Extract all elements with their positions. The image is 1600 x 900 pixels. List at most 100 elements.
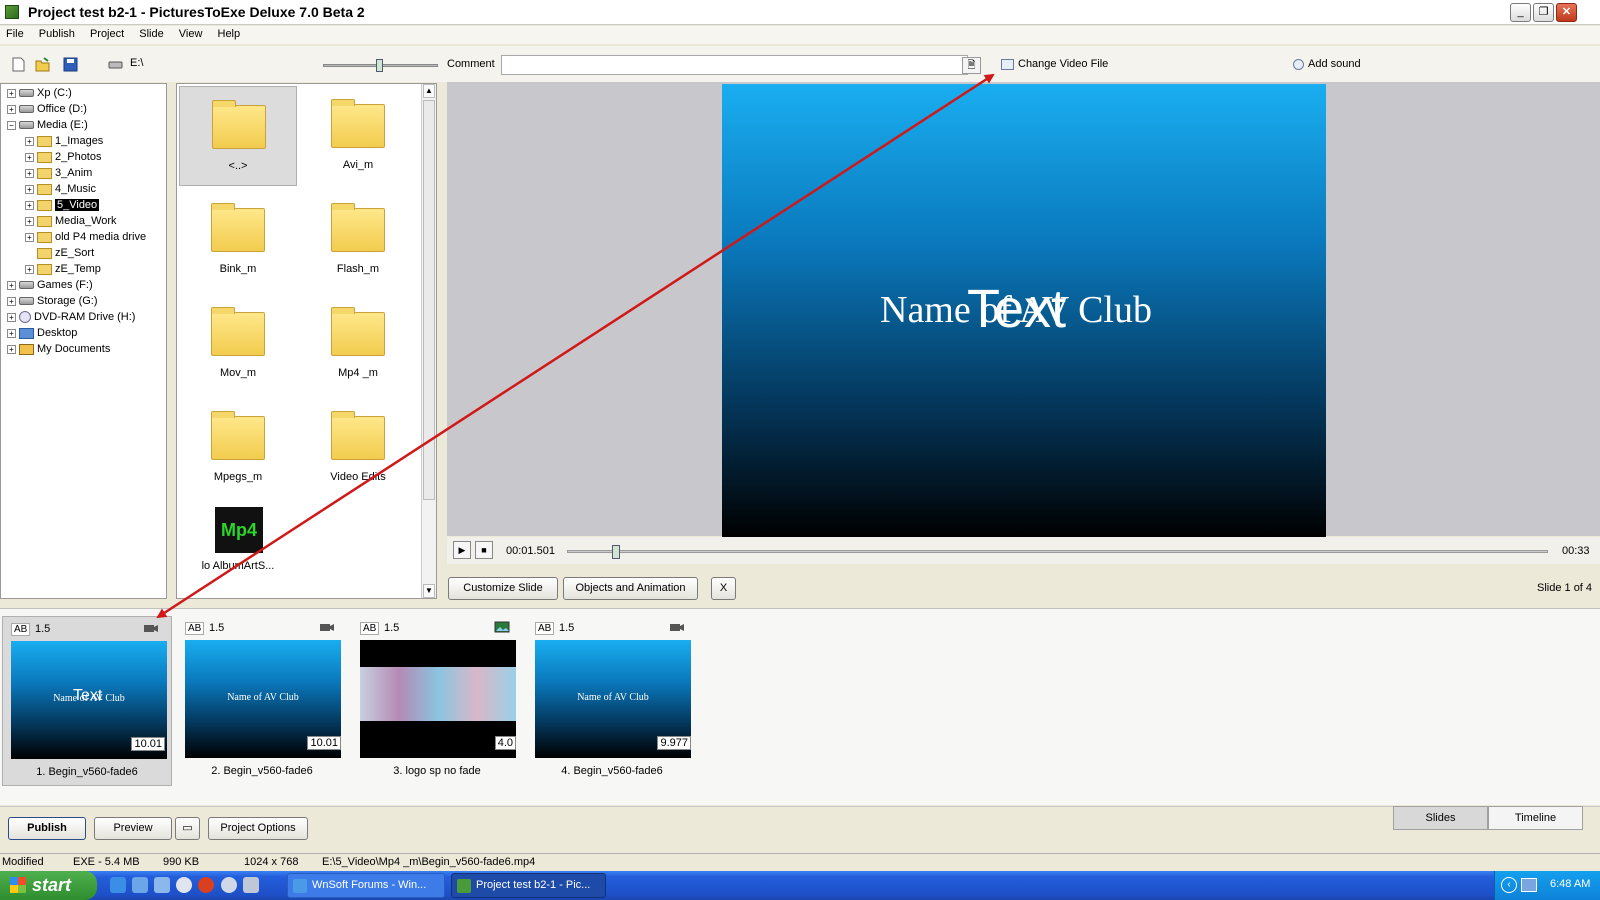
scroll-up-icon[interactable]: ▲ [423, 84, 435, 98]
expand-icon[interactable]: + [25, 136, 34, 146]
tree-item[interactable]: + Media_Work [25, 213, 117, 229]
expand-icon[interactable]: + [7, 344, 16, 354]
customize-slide-button[interactable]: Customize Slide [448, 577, 558, 600]
transition-badge[interactable]: AB [185, 622, 205, 635]
tree-item[interactable]: + My Documents [7, 341, 110, 357]
minimize-button[interactable]: _ [1510, 3, 1531, 22]
tree-item[interactable]: + old P4 media drive [25, 229, 146, 245]
open-project-icon[interactable] [35, 57, 50, 72]
tree-item[interactable]: + Office (D:) [7, 101, 87, 117]
file-browser-scrollbar[interactable]: ▲ ▼ [421, 84, 436, 598]
slide-thumbnail[interactable]: AB 1.5 4.0 3. logo sp no fade [352, 616, 522, 786]
tab-slides[interactable]: Slides [1393, 806, 1488, 830]
project-options-button[interactable]: Project Options [208, 817, 308, 840]
expand-icon[interactable]: + [25, 152, 34, 162]
folder-item[interactable]: Avi_m [299, 86, 417, 186]
tree-item[interactable]: zE_Sort [25, 245, 94, 261]
start-button[interactable]: start [0, 871, 97, 900]
slide-thumbnail[interactable]: AB 1.5 Name of AV Club Text 10.01 1. Begin_v5… [2, 616, 172, 786]
expand-icon[interactable]: + [25, 264, 34, 274]
new-project-icon[interactable] [11, 57, 26, 72]
image-icon [494, 621, 510, 633]
add-sound-button[interactable]: Add sound [1293, 58, 1361, 70]
tree-item[interactable]: + zE_Temp [25, 261, 101, 277]
task-wnsoft-forums[interactable]: WnSoft Forums - Win... [287, 873, 445, 898]
publish-button[interactable]: Publish [8, 817, 86, 840]
expand-icon[interactable]: + [25, 168, 34, 178]
tree-item[interactable]: +5_Video [25, 197, 100, 213]
folder-item[interactable]: Bink_m [179, 190, 297, 290]
tab-timeline[interactable]: Timeline [1488, 806, 1583, 830]
folder-item[interactable]: Mp4 _m [299, 294, 417, 394]
tree-item[interactable]: +3_Anim [25, 165, 92, 181]
calendar-icon[interactable] [243, 877, 259, 893]
expand-icon[interactable]: + [25, 216, 34, 226]
stop-icon[interactable]: ■ [475, 541, 493, 559]
expand-icon[interactable]: + [25, 184, 34, 194]
media-icon[interactable] [198, 877, 214, 893]
file-item-mp4[interactable]: Mp4 lo AlbumArtS... [179, 502, 297, 602]
folder-item[interactable]: Video Edits [299, 398, 417, 498]
expand-icon[interactable]: + [7, 88, 16, 98]
close-button[interactable]: ✕ [1556, 3, 1577, 22]
folder-item[interactable]: Mov_m [179, 294, 297, 394]
task-picturestoexe[interactable]: Project test b2-1 - Pic... [451, 873, 606, 898]
tree-item[interactable]: + Storage (G:) [7, 293, 98, 309]
expand-icon[interactable]: + [7, 296, 16, 306]
clock-app-icon[interactable] [176, 877, 192, 893]
tree-item[interactable]: + Desktop [7, 325, 77, 341]
play-icon[interactable]: ▶ [453, 541, 471, 559]
outlook-icon[interactable] [132, 877, 148, 893]
tree-item[interactable]: − Media (E:) [7, 117, 88, 133]
tree-item[interactable]: + DVD-RAM Drive (H:) [7, 309, 135, 325]
menu-slide[interactable]: Slide [133, 26, 169, 40]
ie-icon-2[interactable] [154, 877, 170, 893]
expand-icon[interactable]: + [7, 312, 16, 322]
expand-icon[interactable]: + [25, 232, 34, 242]
expand-icon[interactable]: + [7, 104, 16, 114]
tree-item[interactable]: +1_Images [25, 133, 103, 149]
transition-badge[interactable]: AB [11, 623, 31, 636]
menu-view[interactable]: View [173, 26, 209, 40]
menu-publish[interactable]: Publish [33, 26, 81, 40]
internet-explorer-icon[interactable] [110, 877, 126, 893]
maximize-button[interactable]: ❐ [1533, 3, 1554, 22]
folder-item[interactable]: Mpegs_m [179, 398, 297, 498]
folder-item[interactable]: Flash_m [299, 190, 417, 290]
close-slide-button[interactable]: X [711, 577, 736, 600]
seek-bar[interactable] [567, 545, 1548, 559]
tree-item[interactable]: +4_Music [25, 181, 96, 197]
tree-item[interactable]: + Xp (C:) [7, 85, 72, 101]
scroll-thumb[interactable] [423, 100, 435, 500]
slide-thumbnail[interactable]: AB 1.5 Name of AV Club 9.977 4. Begin_v560-f… [527, 616, 697, 786]
network-icon[interactable] [1521, 878, 1537, 892]
fullscreen-preview-button[interactable]: ▭ [175, 817, 200, 840]
slider-thumb[interactable] [376, 59, 383, 72]
preview-overlay-text[interactable]: Text [967, 278, 1066, 340]
expand-icon[interactable]: + [7, 280, 16, 290]
collapse-icon[interactable]: − [7, 120, 16, 130]
transition-badge[interactable]: AB [535, 622, 555, 635]
seek-thumb[interactable] [612, 545, 621, 559]
scroll-down-icon[interactable]: ▼ [423, 584, 435, 598]
parent-folder-item[interactable]: <..> [179, 86, 297, 186]
objects-and-animation-button[interactable]: Objects and Animation [563, 577, 698, 600]
slide-thumbnail[interactable]: AB 1.5 Name of AV Club 10.01 2. Begin_v560-f… [177, 616, 347, 786]
expand-icon[interactable]: + [7, 328, 16, 338]
change-video-file-button[interactable]: Change Video File [1001, 58, 1108, 70]
save-project-icon[interactable] [63, 57, 78, 72]
thumbnail-size-slider[interactable] [323, 59, 438, 72]
comment-input[interactable] [501, 55, 968, 75]
preview-button[interactable]: Preview [94, 817, 172, 840]
player-icon[interactable] [221, 877, 237, 893]
expand-icon[interactable]: + [25, 200, 34, 210]
menu-project[interactable]: Project [84, 26, 130, 40]
menu-help[interactable]: Help [212, 26, 247, 40]
tree-item[interactable]: + Games (F:) [7, 277, 93, 293]
menu-file[interactable]: File [0, 26, 30, 40]
tree-item[interactable]: +2_Photos [25, 149, 101, 165]
transition-badge[interactable]: AB [360, 622, 380, 635]
comment-edit-button[interactable]: 🗎 [962, 57, 981, 74]
folder-icon [211, 411, 265, 460]
tray-expand-icon[interactable]: ‹ [1501, 877, 1517, 893]
